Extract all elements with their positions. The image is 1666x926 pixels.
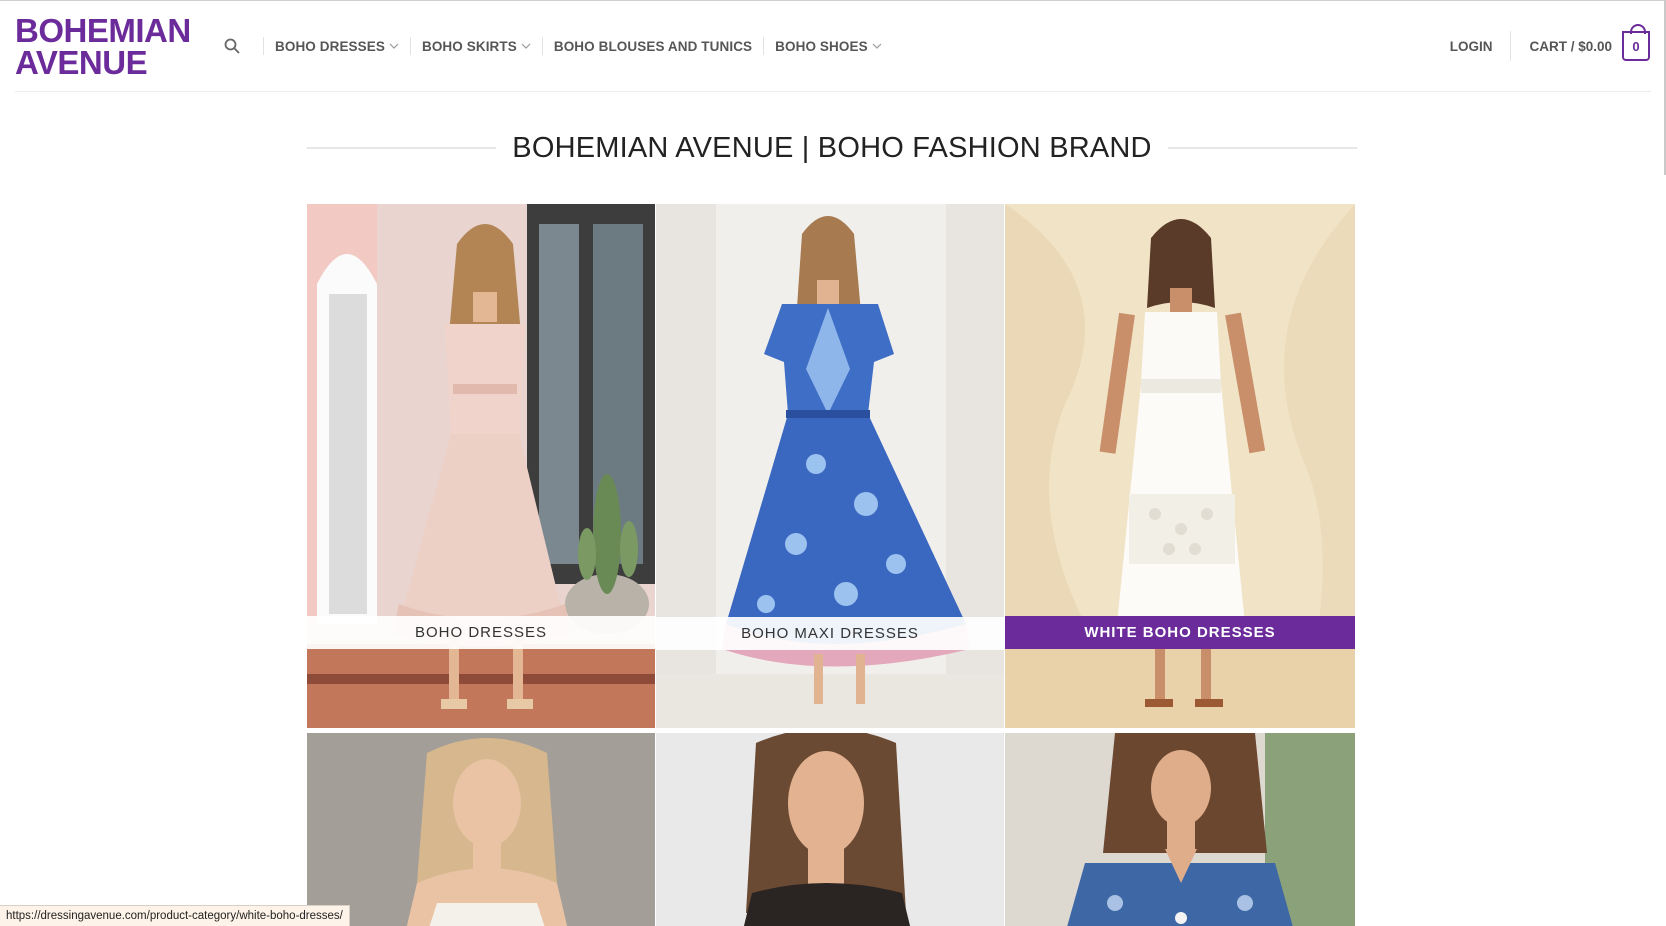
cart-count: 0 (1632, 38, 1640, 54)
site-header: BOHEMIAN AVENUE BOHO DRESSES BOHO SKIRTS… (0, 1, 1666, 91)
page-title: BOHEMIAN AVENUE | BOHO FASHION BRAND (512, 131, 1152, 164)
brand-line-2: AVENUE (15, 44, 148, 81)
browser-status-bar: https://dressingavenue.com/product-categ… (0, 905, 350, 926)
nav-item-label: BOHO DRESSES (275, 38, 385, 54)
category-tile-boho-dresses[interactable]: BOHO DRESSES (307, 204, 655, 728)
nav-item-boho-shoes[interactable]: BOHO SHOES (775, 39, 882, 54)
account-separator (1510, 31, 1512, 61)
chevron-down-icon (872, 43, 882, 49)
category-label: BOHO DRESSES (307, 616, 655, 649)
status-url: https://dressingavenue.com/product-categ… (6, 910, 343, 922)
brand-logo[interactable]: BOHEMIAN AVENUE (15, 12, 191, 81)
category-label: BOHO MAXI DRESSES (656, 617, 1004, 650)
brand-line-1: BOHEMIAN (15, 12, 191, 49)
account-nav: LOGIN CART / $0.00 0 (1450, 24, 1650, 63)
heading-rule-left (307, 147, 497, 149)
search-icon (224, 38, 240, 54)
nav-separator (541, 37, 543, 55)
nav-item-label: BOHO SHOES (775, 38, 868, 54)
nav-separator (409, 37, 411, 55)
boho-dress-photo (307, 204, 655, 728)
header-divider (15, 91, 1651, 92)
nav-item-label: BOHO SKIRTS (421, 38, 517, 54)
category-grid: BOHO DRESSES BOHO MAXI DRESSES WHITE BOH… (307, 204, 1357, 926)
heading-rule-right (1167, 147, 1357, 149)
search-button[interactable] (222, 36, 242, 56)
category-tile-row2-2[interactable] (656, 733, 1004, 926)
login-link[interactable]: LOGIN (1450, 39, 1493, 54)
category-tile-row2-3[interactable] (1005, 733, 1355, 926)
black-top-photo (656, 733, 1004, 926)
cart-icon[interactable]: 0 (1622, 24, 1650, 61)
white-boho-dress-photo (1005, 204, 1355, 728)
nav-separator (763, 37, 765, 55)
main-nav: BOHO DRESSES BOHO SKIRTS BOHO BLOUSES AN… (222, 31, 882, 61)
chevron-down-icon (521, 43, 531, 49)
nav-item-boho-dresses[interactable]: BOHO DRESSES (275, 39, 399, 54)
nav-item-boho-blouses[interactable]: BOHO BLOUSES AND TUNICS (554, 39, 752, 54)
nav-separator (263, 37, 264, 55)
category-tile-row2-1[interactable] (307, 733, 655, 926)
nav-item-label: BOHO BLOUSES AND TUNICS (553, 38, 753, 54)
category-tile-boho-maxi-dresses[interactable]: BOHO MAXI DRESSES (656, 204, 1004, 728)
cart-link[interactable]: CART / $0.00 (1529, 39, 1612, 54)
chevron-down-icon (389, 43, 399, 49)
category-label: WHITE BOHO DRESSES (1005, 616, 1355, 649)
crochet-top-photo (307, 733, 655, 926)
page-heading-block: BOHEMIAN AVENUE | BOHO FASHION BRAND (307, 128, 1357, 168)
nav-item-boho-skirts[interactable]: BOHO SKIRTS (422, 39, 531, 54)
category-tile-white-boho-dresses[interactable]: WHITE BOHO DRESSES (1005, 204, 1355, 728)
paisley-blouse-photo (1005, 733, 1355, 926)
